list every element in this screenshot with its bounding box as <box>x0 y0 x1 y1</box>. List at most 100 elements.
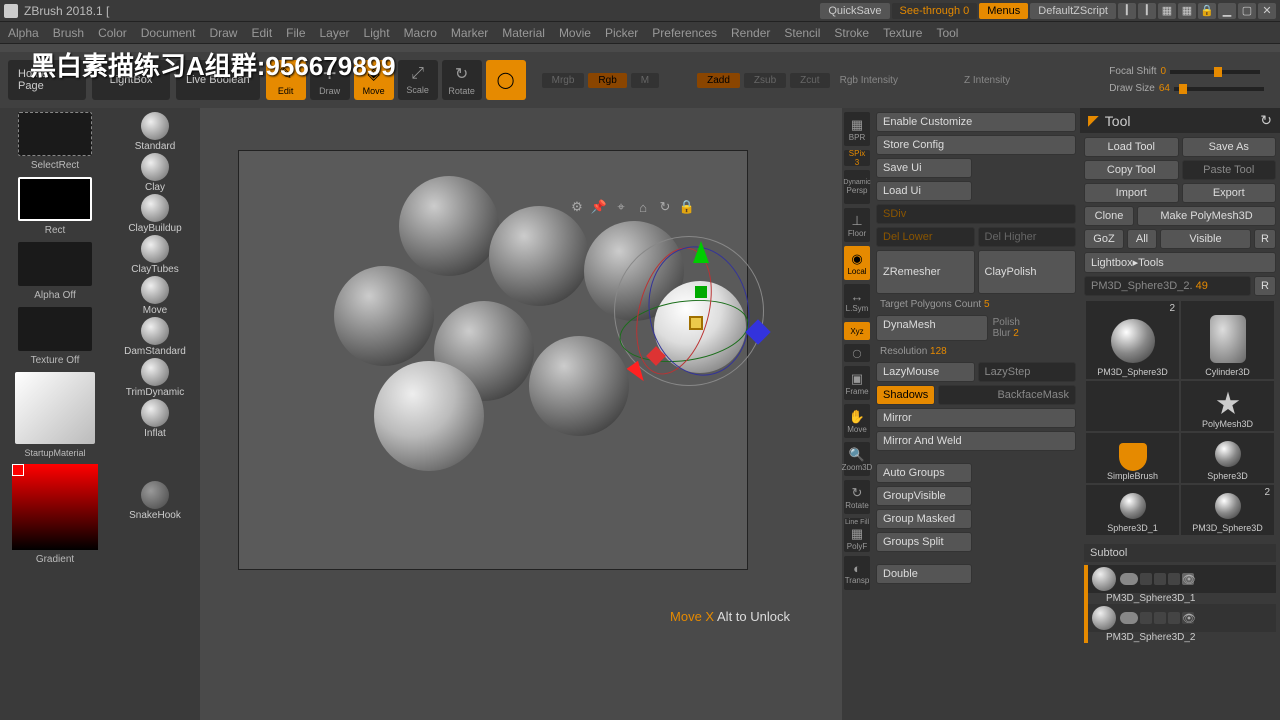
frame-button[interactable]: ▣Frame <box>844 366 870 400</box>
maximize-icon[interactable]: ▢ <box>1238 3 1256 19</box>
goz-all-button[interactable]: All <box>1127 229 1157 249</box>
menu-macro[interactable]: Macro <box>404 26 437 40</box>
groupssplit-button[interactable]: Groups Split <box>876 532 972 552</box>
tool-thumb-2[interactable] <box>1086 381 1179 431</box>
brush-standard[interactable]: Standard <box>135 112 176 152</box>
floor-button[interactable]: ⊥Floor <box>844 208 870 242</box>
xyz-off-button[interactable]: ◯ <box>844 344 870 362</box>
close-icon[interactable]: ✕ <box>1258 3 1276 19</box>
bpr-button[interactable]: ▦BPR <box>844 112 870 146</box>
menu-picker[interactable]: Picker <box>605 26 638 40</box>
save-ui-button[interactable]: Save Ui <box>876 158 972 178</box>
gear-icon[interactable]: ⚙ <box>569 199 585 215</box>
local-button[interactable]: ◉Local <box>844 246 870 280</box>
make-polymesh-button[interactable]: Make PolyMesh3D <box>1137 206 1276 226</box>
zremesher-button[interactable]: ZRemesher <box>876 250 975 294</box>
enable-customize-button[interactable]: Enable Customize <box>876 112 1076 132</box>
subtool-header[interactable]: Subtool <box>1084 544 1276 562</box>
brush-damstandard[interactable]: DamStandard <box>124 317 186 357</box>
tool-thumb-5[interactable]: Sphere3D <box>1181 433 1274 483</box>
zcut-chip[interactable]: Zcut <box>790 73 829 88</box>
store-config-button[interactable]: Store Config <box>876 135 1076 155</box>
mrgb-chip[interactable]: Mrgb <box>542 73 585 88</box>
groupvisible-button[interactable]: GroupVisible <box>876 486 972 506</box>
menu-edit[interactable]: Edit <box>251 26 272 40</box>
quicksave-button[interactable]: QuickSave <box>820 3 889 19</box>
draw-size-slider[interactable] <box>1174 87 1264 91</box>
menus-button[interactable]: Menus <box>979 3 1028 19</box>
dynamesh-button[interactable]: DynaMesh <box>876 315 988 341</box>
rgb-chip[interactable]: Rgb <box>588 73 626 88</box>
lock-viewport-icon[interactable]: 🔒 <box>679 199 695 215</box>
menu-tool[interactable]: Tool <box>936 26 958 40</box>
rotate-button[interactable]: ↻Rotate <box>844 480 870 514</box>
save-as-button[interactable]: Save As <box>1182 137 1277 157</box>
menu-layer[interactable]: Layer <box>320 26 350 40</box>
paste-tool-button[interactable]: Paste Tool <box>1182 160 1277 180</box>
collapse-icon[interactable]: ◤ <box>1088 112 1099 129</box>
menu-file[interactable]: File <box>286 26 305 40</box>
menu-material[interactable]: Material <box>502 26 545 40</box>
tool-r-button[interactable]: R <box>1254 276 1276 296</box>
tool-panel-header[interactable]: ◤ Tool ↻ <box>1080 108 1280 133</box>
titlebar-icon-3[interactable]: ▦ <box>1158 3 1176 19</box>
xyz-button[interactable]: Xyz <box>844 322 870 340</box>
lightbox-tools-button[interactable]: Lightbox▸Tools <box>1084 252 1276 273</box>
tool-thumb-0[interactable]: 2PM3D_Sphere3D <box>1086 301 1179 379</box>
mirror-button[interactable]: Mirror <box>876 408 1076 428</box>
refresh-tool-icon[interactable]: ↻ <box>1260 112 1272 129</box>
lazymouse-button[interactable]: LazyMouse <box>876 362 975 382</box>
polyf-button[interactable]: Line Fill▦PolyF <box>844 518 870 552</box>
groupmasked-button[interactable]: Group Masked <box>876 509 972 529</box>
titlebar-icon-1[interactable]: ⎹⎸ <box>1118 3 1136 19</box>
zoom-button[interactable]: 🔍Zoom3D <box>844 442 870 476</box>
import-button[interactable]: Import <box>1084 183 1179 203</box>
rotate-mode-button[interactable]: ↻Rotate <box>442 60 482 100</box>
autogroups-button[interactable]: Auto Groups <box>876 463 972 483</box>
menu-stroke[interactable]: Stroke <box>834 26 869 40</box>
menu-texture[interactable]: Texture <box>883 26 922 40</box>
goz-visible-button[interactable]: Visible <box>1160 229 1251 249</box>
lsym-button[interactable]: ↔L.Sym <box>844 284 870 318</box>
backfacemask-button[interactable]: BackfaceMask <box>938 385 1076 405</box>
home-icon[interactable]: ⌂ <box>635 199 651 215</box>
claypolish-button[interactable]: ClayPolish <box>978 250 1077 294</box>
menu-document[interactable]: Document <box>141 26 196 40</box>
alpha-swatch[interactable] <box>18 242 92 286</box>
del-higher-button[interactable]: Del Higher <box>978 227 1077 247</box>
spix-label[interactable]: SPix 3 <box>844 150 870 166</box>
goz-r-button[interactable]: R <box>1254 229 1276 249</box>
m-chip[interactable]: M <box>631 73 659 88</box>
menu-draw[interactable]: Draw <box>209 26 237 40</box>
menu-marker[interactable]: Marker <box>451 26 488 40</box>
pin-icon[interactable]: 📌 <box>591 199 607 215</box>
zadd-chip[interactable]: Zadd <box>697 73 740 88</box>
brush-claytubes[interactable]: ClayTubes <box>131 235 178 275</box>
brush-clay[interactable]: Clay <box>141 153 169 193</box>
location-icon[interactable]: ⌖ <box>613 199 629 215</box>
load-tool-button[interactable]: Load Tool <box>1084 137 1179 157</box>
brush-trimdynamic[interactable]: TrimDynamic <box>126 358 185 398</box>
menu-render[interactable]: Render <box>731 26 770 40</box>
rect-swatch[interactable] <box>18 177 92 221</box>
menu-color[interactable]: Color <box>98 26 127 40</box>
texture-swatch[interactable] <box>18 307 92 351</box>
brush-move[interactable]: Move <box>141 276 169 316</box>
menu-brush[interactable]: Brush <box>53 26 84 40</box>
gizmo[interactable] <box>609 231 769 391</box>
move-button[interactable]: ✋Move <box>844 404 870 438</box>
subtool-item-1[interactable]: 👁 <box>1088 604 1276 632</box>
mirror-weld-button[interactable]: Mirror And Weld <box>876 431 1076 451</box>
gizmo-button[interactable]: ◯ <box>486 60 526 100</box>
subtool-item-0[interactable]: 👁 <box>1088 565 1276 593</box>
menu-alpha[interactable]: Alpha <box>8 26 39 40</box>
load-ui-button[interactable]: Load Ui <box>876 181 972 201</box>
lock-icon[interactable]: 🔒 <box>1198 3 1216 19</box>
double-button[interactable]: Double <box>876 564 972 584</box>
tool-thumb-3[interactable]: PolyMesh3D <box>1181 381 1274 431</box>
minimize-icon[interactable]: ▁ <box>1218 3 1236 19</box>
tool-thumb-7[interactable]: 2PM3D_Sphere3D <box>1181 485 1274 535</box>
export-button[interactable]: Export <box>1182 183 1277 203</box>
brush-inflat[interactable]: Inflat <box>141 399 169 439</box>
menu-movie[interactable]: Movie <box>559 26 591 40</box>
